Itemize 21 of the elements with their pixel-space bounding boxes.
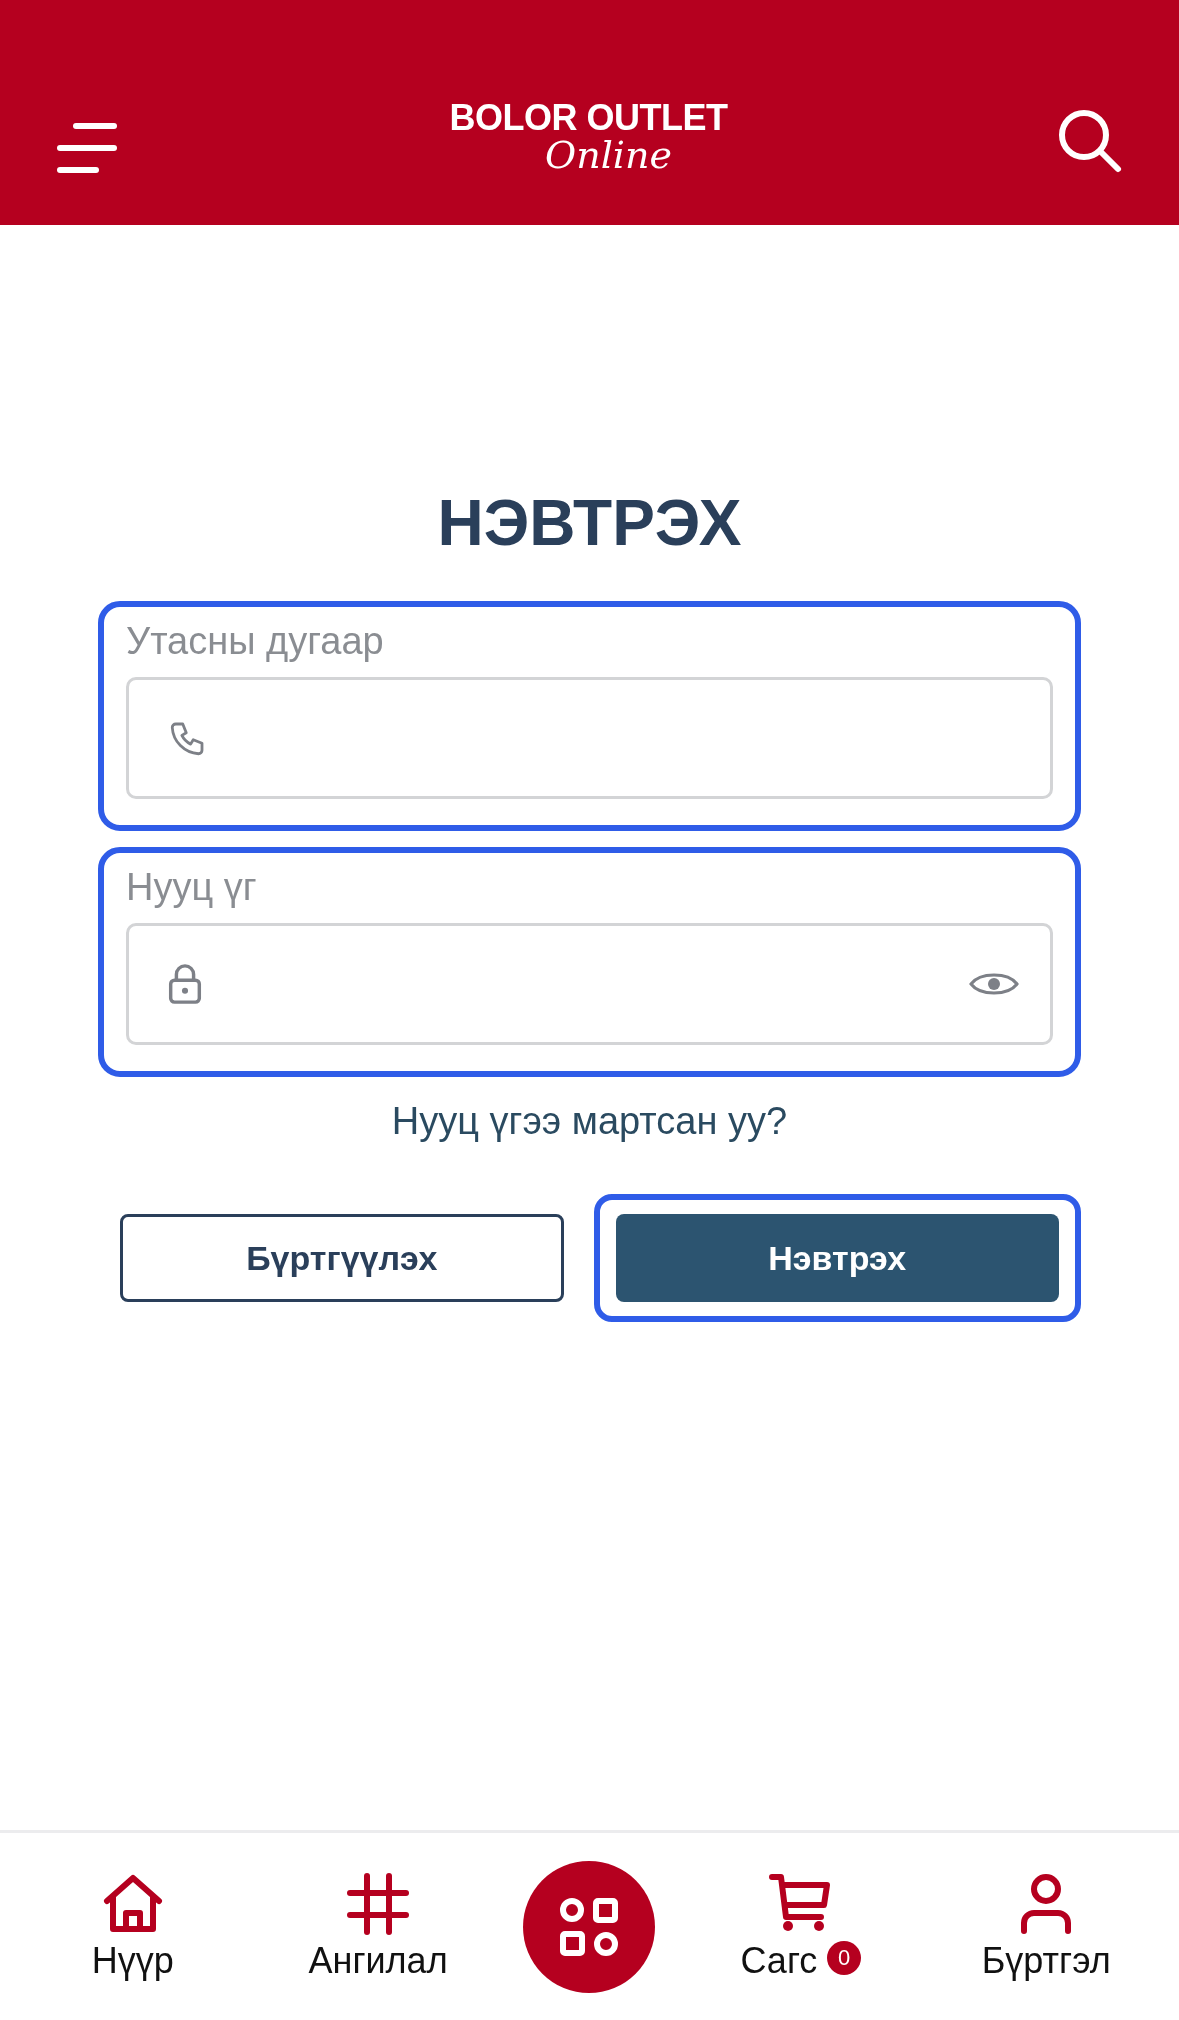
input-field[interactable]: [126, 677, 1053, 799]
register-button[interactable]: Бүртгүүлэх: [120, 1214, 564, 1302]
nav-label[interactable]: Бүртгэл: [981, 1940, 1111, 1981]
nav-label[interactable]: Нүүр: [91, 1940, 174, 1981]
cart-count-badge: 0: [827, 1940, 862, 1975]
lock-icon: [167, 963, 203, 1005]
hash-icon[interactable]: [347, 1872, 410, 1935]
nav-label[interactable]: Ангилал: [308, 1940, 448, 1981]
person-icon[interactable]: [1020, 1872, 1073, 1935]
nav-label[interactable]: Сагс: [740, 1940, 818, 1981]
login-button[interactable]: Нэвтрэх: [615, 1214, 1059, 1302]
logo-text: BOLOR OUTLET: [449, 100, 728, 136]
search-icon[interactable]: [1057, 108, 1123, 174]
menu-icon[interactable]: [56, 122, 120, 174]
logo-script-text: Online: [545, 136, 672, 174]
input-field[interactable]: [126, 923, 1053, 1045]
field-label: Нууц үг: [126, 865, 257, 910]
grid-icon: [559, 1896, 620, 1957]
page-title: НЭВТРЭХ: [436, 486, 743, 561]
field-label: Утасны дугаар: [126, 619, 384, 664]
forgot-password-link[interactable]: Нууц үгээ мартсан уу?: [391, 1100, 788, 1142]
